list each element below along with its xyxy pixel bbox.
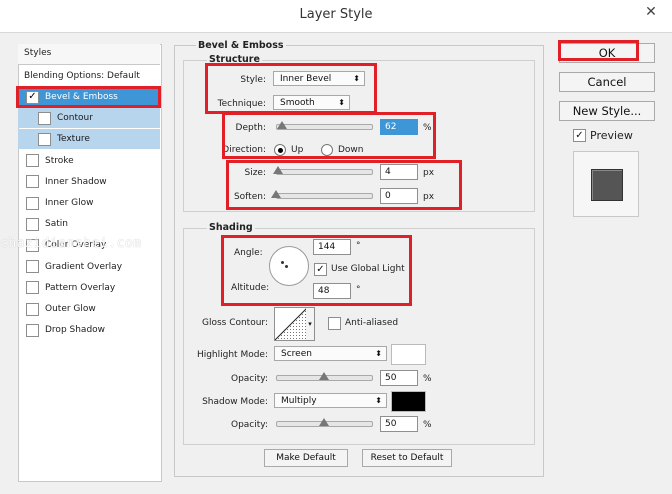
style-item-checkbox[interactable] [26,196,39,210]
style-item-checkbox[interactable] [26,217,39,231]
style-item-checkbox[interactable] [26,323,39,337]
shadow-mode-value: Multiply [281,395,317,406]
updown-arrow-icon: ⬍ [375,349,382,358]
shadow-mode-label: Shadow Mode: [202,397,268,407]
style-item-pattern-overlay[interactable]: Pattern Overlay [18,278,160,298]
window-title: Layer Style [299,7,373,22]
annotation-box-style-technique [205,63,377,114]
reset-to-default-button[interactable]: Reset to Default [362,449,452,467]
highlight-mode-label: Highlight Mode: [196,350,268,360]
shadow-opacity-unit: % [423,420,432,430]
style-item-checkbox[interactable] [26,175,39,189]
style-item-inner-shadow[interactable]: Inner Shadow [18,172,160,192]
gloss-contour-picker[interactable] [274,307,308,341]
style-item-label: Inner Shadow [45,176,107,187]
anti-aliased-label: Anti-aliased [345,318,399,328]
close-icon[interactable]: ✕ [637,0,665,24]
shading-title: Shading [207,222,255,233]
style-item-label: Inner Glow [45,198,94,208]
style-item-blending-options-default[interactable]: Blending Options: Default [18,66,166,86]
style-item-inner-glow[interactable]: Inner Glow [18,193,160,213]
preview-label: Preview [590,129,633,142]
style-item-checkbox[interactable] [26,154,39,168]
style-item-label: Blending Options: Default [24,71,140,81]
style-item-checkbox[interactable] [38,111,51,125]
styles-header-label: Styles [24,48,52,58]
style-item-checkbox[interactable] [38,132,51,146]
style-item-stroke[interactable]: Stroke [18,151,160,171]
contour-curve-icon [274,307,308,341]
annotation-box-bevel-item [16,86,161,108]
gloss-contour-label: Gloss Contour: [201,318,268,328]
style-item-label: Satin [45,219,68,230]
style-item-checkbox[interactable] [26,281,39,295]
style-item-texture[interactable]: Texture [18,129,160,150]
contour-dropdown-arrow-icon[interactable]: ▾ [306,307,315,341]
style-item-label: Pattern Overlay [45,282,116,293]
make-default-button[interactable]: Make Default [264,449,348,467]
bevel-section-title: Bevel & Emboss [196,40,286,51]
shadow-color-swatch[interactable] [391,391,426,412]
style-item-label: Gradient Overlay [45,261,123,272]
shadow-opacity-thumb[interactable] [318,418,329,426]
style-item-contour[interactable]: Contour [18,108,160,129]
style-item-gradient-overlay[interactable]: Gradient Overlay [18,257,160,277]
annotation-box-size-soften [226,160,462,210]
shadow-opacity-input[interactable]: 50 [380,416,418,432]
cancel-button[interactable]: Cancel [559,72,655,92]
style-item-label: Texture [57,134,90,145]
style-item-outer-glow[interactable]: Outer Glow [18,299,160,319]
updown-arrow-icon: ⬍ [375,396,382,405]
highlight-opacity-label: Opacity: [231,374,268,384]
highlight-opacity-thumb[interactable] [318,372,329,380]
anti-aliased-checkbox[interactable] [328,317,341,330]
annotation-box-depth-direction [222,112,436,159]
watermark: chazidianshei.com [0,236,142,251]
style-item-label: Stroke [45,155,74,166]
style-item-label: Outer Glow [45,304,96,314]
style-item-checkbox[interactable] [26,302,39,316]
annotation-box-ok [558,40,639,61]
highlight-opacity-unit: % [423,374,432,384]
preview-swatch [591,169,623,201]
highlight-mode-value: Screen [281,348,312,359]
new-style-button[interactable]: New Style... [559,101,655,121]
style-item-drop-shadow[interactable]: Drop Shadow [18,320,160,340]
highlight-mode-select[interactable]: Screen ⬍ [274,346,387,361]
style-item-label: Contour [57,113,93,124]
shadow-mode-select[interactable]: Multiply ⬍ [274,393,387,408]
highlight-color-swatch[interactable] [391,344,426,365]
highlight-opacity-input[interactable]: 50 [380,370,418,386]
style-item-satin[interactable]: Satin [18,214,160,234]
style-item-checkbox[interactable] [26,260,39,274]
style-item-label: Drop Shadow [45,325,106,336]
preview-thumbnail [573,151,639,217]
shadow-opacity-label: Opacity: [231,420,268,430]
preview-checkbox[interactable]: ✓ [573,129,586,142]
styles-header[interactable]: Styles [18,44,160,65]
